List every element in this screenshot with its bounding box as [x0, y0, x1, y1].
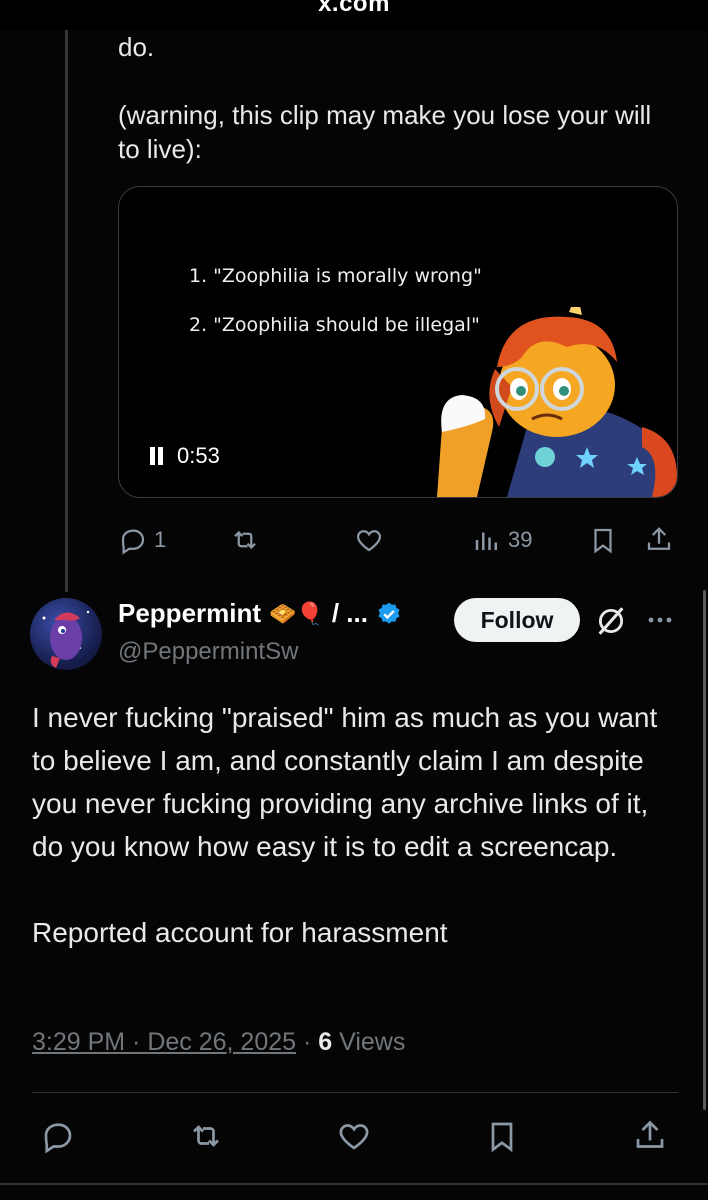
scrollbar[interactable] — [703, 590, 706, 1110]
author-name-row[interactable]: Peppermint 🧇🎈 / ... — [118, 598, 402, 629]
views-action[interactable]: 39 — [472, 525, 532, 555]
retweet-action[interactable] — [230, 525, 260, 555]
tweet-views-label: Views — [339, 1028, 406, 1056]
handle[interactable]: @PeppermintSw — [118, 638, 298, 666]
reply-action[interactable]: 1 — [118, 525, 166, 555]
thread-connector-line — [65, 30, 68, 592]
retweet-icon[interactable] — [188, 1118, 224, 1154]
share-icon[interactable] — [632, 1118, 668, 1154]
bottom-divider — [0, 1183, 708, 1185]
like-action[interactable] — [354, 525, 384, 555]
tweet-views-count: 6 — [318, 1028, 333, 1056]
avatar[interactable] — [30, 598, 102, 670]
verified-icon — [378, 602, 400, 624]
tweet-meta: 3:29 PM · Dec 26, 2025 · 6 Views — [32, 1028, 405, 1057]
more-icon[interactable] — [644, 606, 676, 634]
tweet-timestamp[interactable]: 3:29 PM · Dec 26, 2025 — [32, 1028, 296, 1056]
name-emojis: 🧇🎈 — [269, 600, 324, 626]
divider — [32, 1092, 678, 1093]
video-player[interactable]: 1. "Zoophilia is morally wrong" 2. "Zoop… — [118, 186, 678, 498]
retweet-icon — [234, 530, 256, 550]
like-icon[interactable] — [336, 1118, 372, 1154]
video-time: 0:53 — [177, 443, 220, 468]
video-controls: 0:53 — [149, 443, 220, 469]
reply-count: 1 — [154, 527, 167, 552]
share-action[interactable] — [644, 525, 674, 555]
follow-button[interactable]: Follow — [454, 598, 580, 642]
grok-icon[interactable] — [594, 604, 628, 638]
views-count: 39 — [508, 527, 533, 552]
reply-tweet-actions — [0, 1118, 708, 1158]
pony-illustration — [437, 307, 677, 497]
share-icon — [647, 527, 671, 550]
views-icon — [475, 532, 497, 550]
bookmark-icon[interactable] — [484, 1118, 520, 1154]
meta-separator: · — [296, 1028, 319, 1056]
bookmark-icon — [594, 528, 612, 554]
browser-url-bar[interactable]: x.com — [0, 0, 708, 30]
reply-icon — [121, 529, 145, 555]
url-text: x.com — [318, 0, 390, 17]
name-suffix: / ... — [331, 598, 368, 628]
avatar-image — [42, 610, 90, 668]
pause-icon[interactable] — [149, 447, 165, 465]
previous-tweet-text: do. (warning, this clip may make you los… — [118, 32, 652, 164]
like-icon — [356, 530, 382, 552]
reply-tweet-text: I never fucking "praised" him as much as… — [32, 702, 658, 948]
bookmark-action[interactable] — [588, 525, 618, 555]
display-name: Peppermint — [118, 598, 262, 628]
reply-icon[interactable] — [40, 1118, 76, 1154]
video-list-item-1: 1. "Zoophilia is morally wrong" — [189, 265, 482, 287]
previous-tweet-actions: 1 39 — [118, 522, 678, 558]
